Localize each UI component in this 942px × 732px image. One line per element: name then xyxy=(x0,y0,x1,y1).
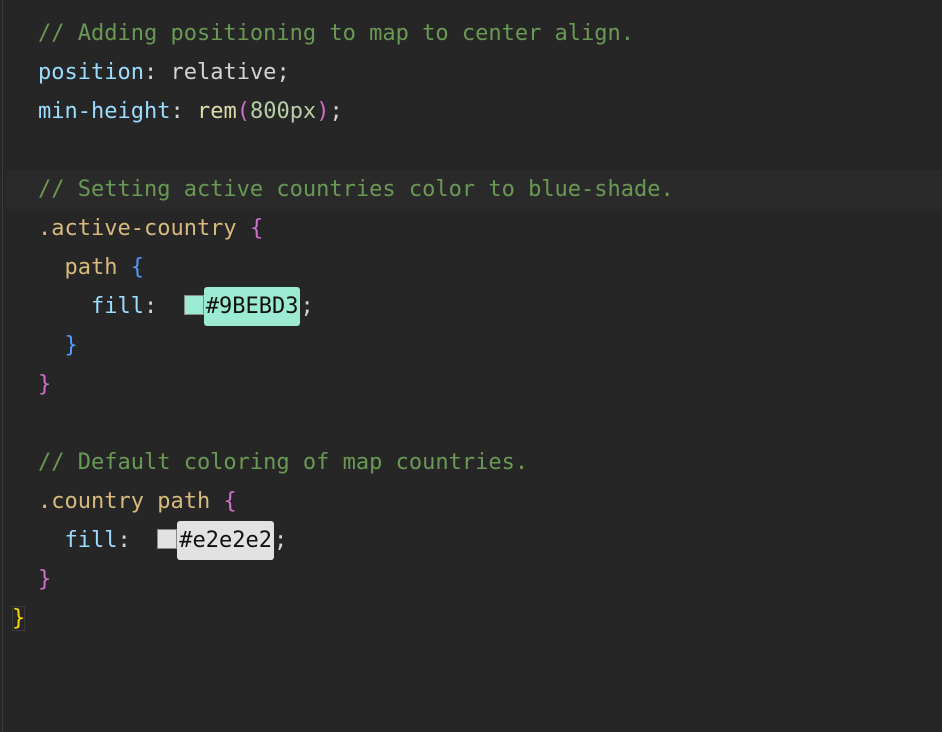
code-line: fill: #e2e2e2; xyxy=(6,521,942,560)
space xyxy=(237,216,250,241)
code-line: } xyxy=(6,560,942,599)
code-editor[interactable]: // Adding positioning to map to center a… xyxy=(0,0,942,732)
brace-token: } xyxy=(38,567,51,592)
property-token: fill xyxy=(91,294,144,319)
brace-token: } xyxy=(65,333,78,358)
color-hex-token: #e2e2e2 xyxy=(177,521,274,560)
color-swatch-icon xyxy=(157,529,177,549)
space xyxy=(210,489,223,514)
brace-token: { xyxy=(250,216,263,241)
brace-token: } xyxy=(12,606,25,631)
punct-token: : xyxy=(144,294,184,319)
selector-token: .active-country xyxy=(38,216,237,241)
comment-token: // Setting active countries color to blu… xyxy=(38,177,674,202)
brace-token: { xyxy=(131,255,144,280)
punct-token: ; xyxy=(300,294,313,319)
code-line: .country path { xyxy=(6,482,942,521)
punct-token: ; xyxy=(276,60,289,85)
brace-token: { xyxy=(223,489,236,514)
selector-token: path xyxy=(65,255,118,280)
code-line xyxy=(6,131,942,170)
code-line xyxy=(6,404,942,443)
code-line: .active-country { xyxy=(6,209,942,248)
function-token: rem xyxy=(197,99,237,124)
code-line: // Default coloring of map countries. xyxy=(6,443,942,482)
property-token: fill xyxy=(65,528,118,553)
code-line: } xyxy=(6,599,942,638)
paren-token: ) xyxy=(316,99,329,124)
punct-token: : xyxy=(170,99,197,124)
property-token: min-height xyxy=(38,99,170,124)
value-token: relative xyxy=(170,60,276,85)
comment-token: // Adding positioning to map to center a… xyxy=(38,21,634,46)
color-swatch-icon xyxy=(184,295,204,315)
punct-token: : xyxy=(117,528,157,553)
gutter-rule xyxy=(2,0,3,732)
punct-token: ; xyxy=(329,99,342,124)
code-line: position: relative; xyxy=(6,53,942,92)
color-hex-token: #9BEBD3 xyxy=(204,287,301,326)
code-line: min-height: rem(800px); xyxy=(6,92,942,131)
code-line: } xyxy=(6,326,942,365)
brace-token: } xyxy=(38,372,51,397)
number-token: 800px xyxy=(250,99,316,124)
punct-token: : xyxy=(144,60,171,85)
property-token: position xyxy=(38,60,144,85)
code-line: fill: #9BEBD3; xyxy=(6,287,942,326)
selector-token: .country path xyxy=(38,489,210,514)
space xyxy=(117,255,130,280)
code-line: path { xyxy=(6,248,942,287)
code-line-active: // Setting active countries color to blu… xyxy=(6,170,942,209)
comment-token: // Default coloring of map countries. xyxy=(38,450,528,475)
code-line: // Adding positioning to map to center a… xyxy=(6,14,942,53)
code-line: } xyxy=(6,365,942,404)
punct-token: ; xyxy=(274,528,287,553)
paren-token: ( xyxy=(237,99,250,124)
